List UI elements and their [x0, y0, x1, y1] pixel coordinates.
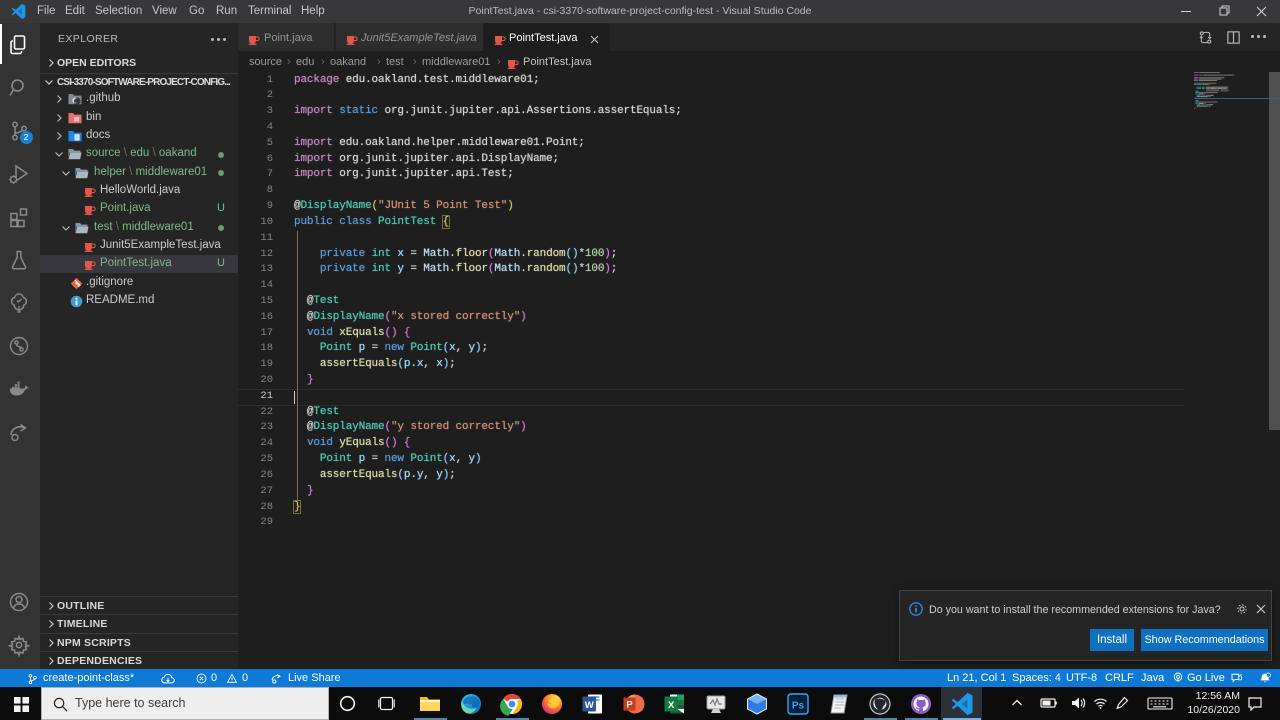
svg-text:P: P	[626, 699, 633, 710]
svg-text:W: W	[585, 699, 594, 710]
svg-text:X: X	[668, 699, 675, 710]
svg-text:Ps: Ps	[792, 700, 805, 711]
